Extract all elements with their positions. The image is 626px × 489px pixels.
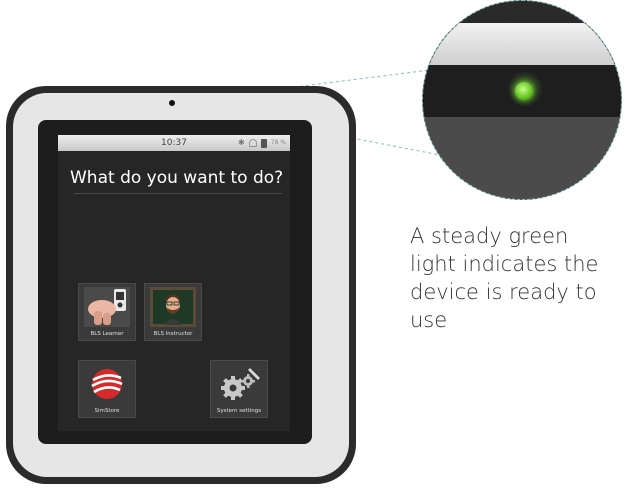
zoom-bezel xyxy=(423,23,621,65)
app-system-settings[interactable]: System settings xyxy=(210,360,268,418)
app-label: BLS Instructor xyxy=(153,331,193,337)
callout-caption: A steady green light indicates the devic… xyxy=(410,224,599,332)
zoom-frame-edge xyxy=(423,1,621,23)
app-label: BLS Learner xyxy=(90,331,124,337)
bls-instructor-icon xyxy=(150,287,196,327)
status-bar: 10:37 ✱ 78 % xyxy=(58,135,290,151)
sd-card-icon xyxy=(260,138,267,148)
zoom-screen-area xyxy=(423,117,621,199)
battery-level: 78 % xyxy=(270,139,286,146)
bls-learner-icon xyxy=(84,287,130,327)
device-screen: 10:37 ✱ 78 % What do you want to do? BLS… xyxy=(58,135,290,431)
prompt-divider xyxy=(74,193,282,194)
gear-icon xyxy=(221,368,260,400)
status-led-indicator xyxy=(169,100,175,106)
bluetooth-icon: ✱ xyxy=(238,138,245,147)
green-led-icon xyxy=(515,82,533,100)
led-zoom-callout xyxy=(422,0,622,200)
app-simstore[interactable]: SimStore xyxy=(78,360,136,418)
wifi-icon xyxy=(248,139,257,147)
status-icons: ✱ 78 % xyxy=(238,138,286,148)
app-bls-instructor[interactable]: BLS Instructor xyxy=(144,283,202,341)
simstore-icon xyxy=(91,369,123,399)
prompt-title: What do you want to do? xyxy=(70,168,284,188)
app-label: System settings xyxy=(216,408,262,414)
app-label: SimStore xyxy=(94,408,120,414)
app-bls-learner[interactable]: BLS Learner xyxy=(78,283,136,341)
